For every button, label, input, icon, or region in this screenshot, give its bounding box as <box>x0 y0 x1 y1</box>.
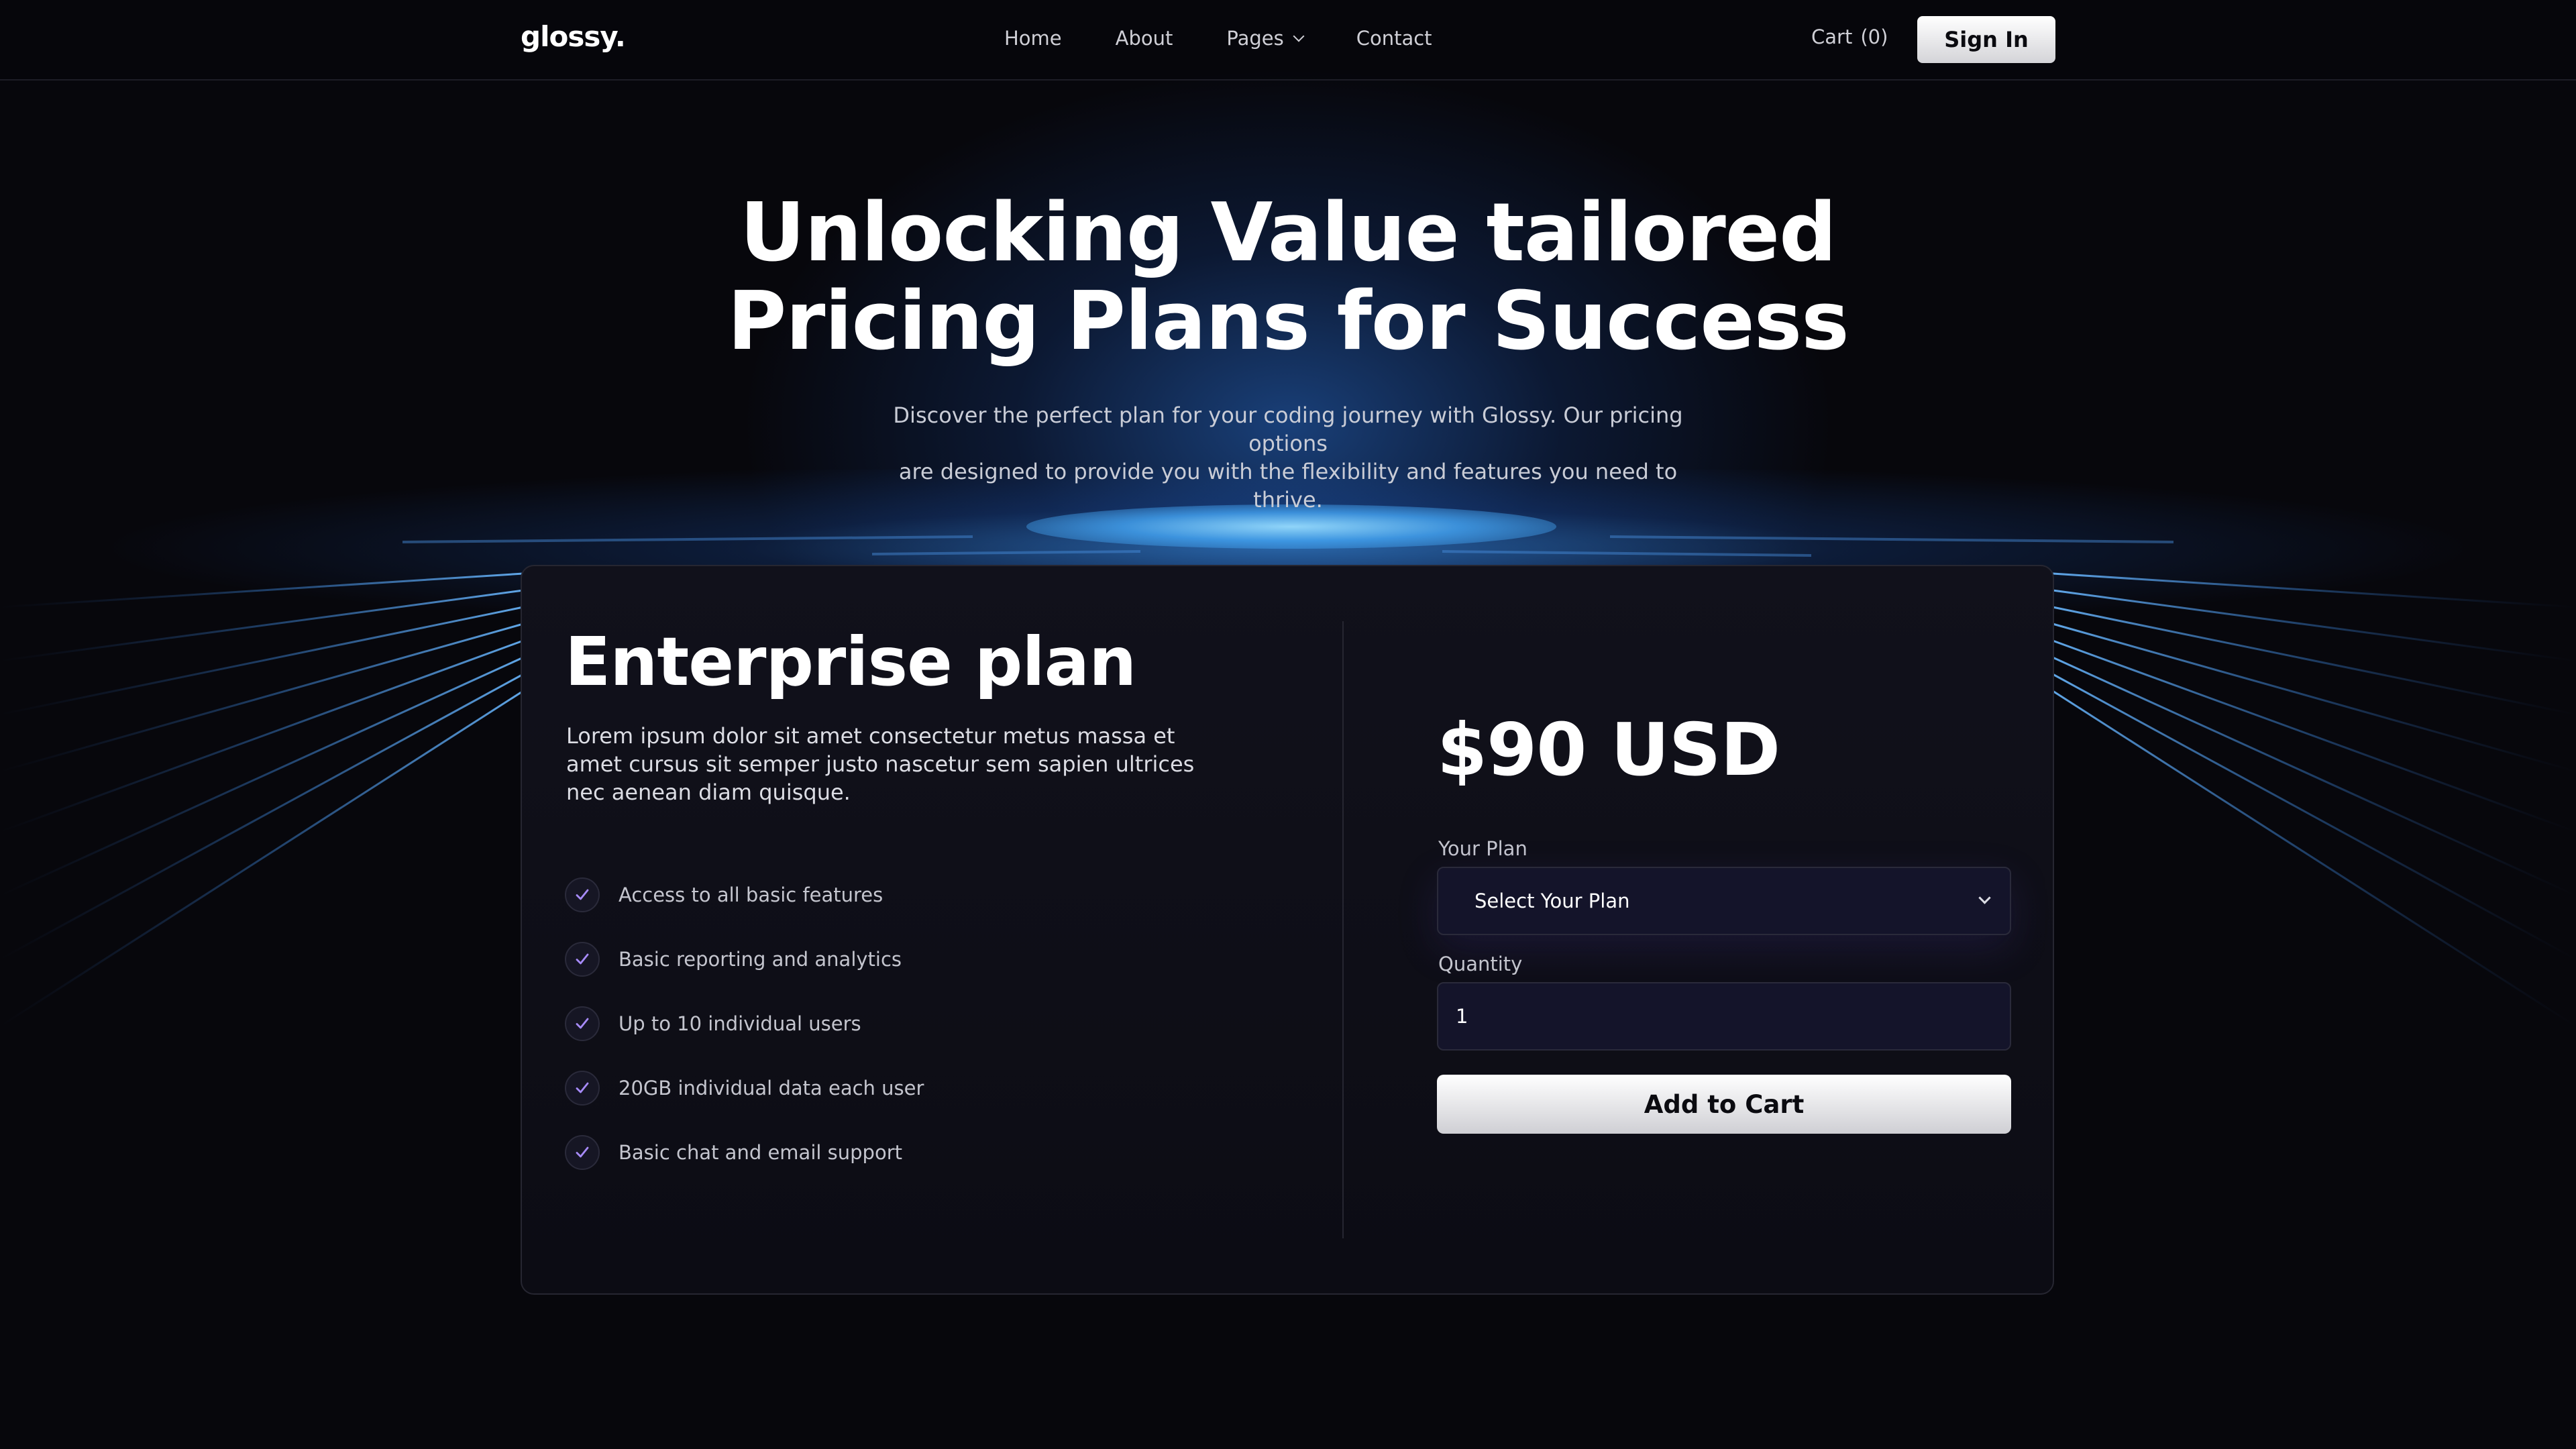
feature-text: Basic reporting and analytics <box>619 948 902 971</box>
plan-select[interactable]: Select Your Plan <box>1437 867 2011 935</box>
feature-item: Basic reporting and analytics <box>565 941 924 978</box>
plan-title: Enterprise plan <box>565 623 1136 701</box>
feature-item: Up to 10 individual users <box>565 1005 924 1042</box>
nav-link-home[interactable]: Home <box>1004 27 1062 50</box>
quantity-label: Quantity <box>1438 953 1523 975</box>
nav-link-pages-label: Pages <box>1226 27 1284 50</box>
hero-title-line-2: Pricing Plans for Success <box>727 275 1849 368</box>
feature-item: Basic chat and email support <box>565 1134 924 1171</box>
card-divider <box>1342 621 1344 1238</box>
check-icon <box>565 942 600 977</box>
feature-text: Access to all basic features <box>619 883 883 906</box>
nav-link-about[interactable]: About <box>1116 27 1173 50</box>
cart-link[interactable]: Cart (0) <box>1811 25 1888 48</box>
hero-subtitle: Discover the perfect plan for your codin… <box>865 401 1711 514</box>
chevron-down-icon <box>1978 892 1991 904</box>
pricing-card: Enterprise plan Lorem ipsum dolor sit am… <box>521 565 2054 1295</box>
check-icon <box>565 1006 600 1041</box>
nav-link-contact[interactable]: Contact <box>1356 27 1432 50</box>
plan-price: $90 USD <box>1437 708 1780 792</box>
nav-link-pages[interactable]: Pages <box>1226 27 1305 50</box>
chevron-down-icon <box>1293 30 1305 42</box>
feature-item: Access to all basic features <box>565 876 924 914</box>
sign-in-button[interactable]: Sign In <box>1917 16 2055 63</box>
plan-select-value: Select Your Plan <box>1474 890 1630 912</box>
top-navbar: glossy. Home About Pages Contact Cart (0)… <box>0 0 2576 80</box>
hero-subtitle-line-1: Discover the perfect plan for your codin… <box>893 402 1683 456</box>
hero-subtitle-line-2: are designed to provide you with the fle… <box>898 459 1678 513</box>
feature-list: Access to all basic features Basic repor… <box>565 876 924 1198</box>
feature-item: 20GB individual data each user <box>565 1069 924 1107</box>
main-nav: Home About Pages Contact <box>1004 27 1486 50</box>
feature-text: 20GB individual data each user <box>619 1077 924 1099</box>
brand-logo[interactable]: glossy. <box>521 20 626 53</box>
check-icon <box>565 877 600 912</box>
cart-label: Cart <box>1811 25 1853 48</box>
quantity-input[interactable] <box>1437 982 2011 1051</box>
plan-description: Lorem ipsum dolor sit amet consectetur m… <box>566 723 1195 805</box>
add-to-cart-button[interactable]: Add to Cart <box>1437 1075 2011 1134</box>
plan-select-label: Your Plan <box>1438 837 1527 860</box>
hero-title-line-1: Unlocking Value tailored <box>739 186 1837 280</box>
feature-text: Up to 10 individual users <box>619 1012 861 1035</box>
cart-count: (0) <box>1860 25 1888 48</box>
check-icon <box>565 1071 600 1106</box>
feature-text: Basic chat and email support <box>619 1141 902 1164</box>
hero-title: Unlocking Value tailored Pricing Plans f… <box>0 189 2576 366</box>
check-icon <box>565 1135 600 1170</box>
